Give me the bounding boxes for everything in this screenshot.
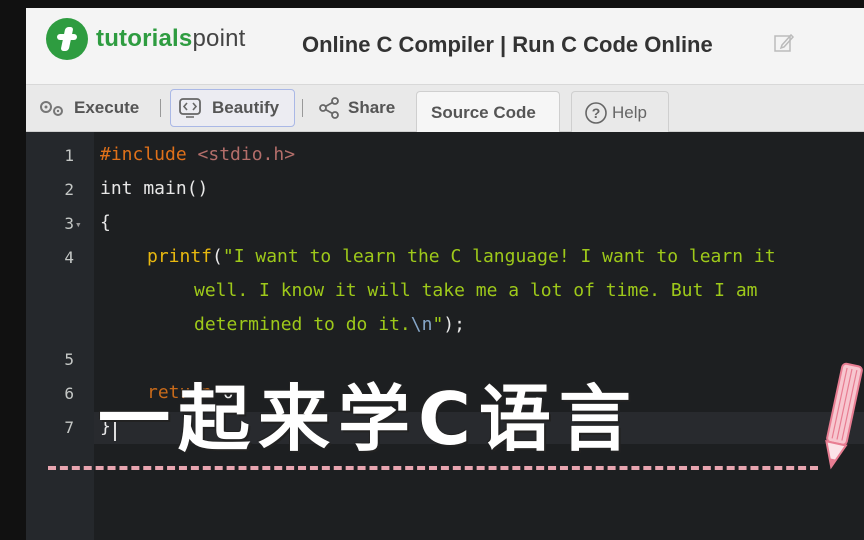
tab-source-code[interactable]: Source Code [416,91,560,132]
video-frame: tutorialspoint Online C Compiler | Run C… [0,0,864,540]
share-button[interactable]: Share [318,95,395,121]
preprocessor-token: #include [100,144,187,165]
logo-icon [46,18,88,60]
execute-label: Execute [74,98,140,117]
page-title: Online C Compiler | Run C Code Online [302,32,713,57]
code-line-4: printf("I want to learn the C language! … [147,246,776,267]
code-line-3: { [100,212,111,233]
header-bar: tutorialspoint Online C Compiler | Run C… [26,8,864,85]
line-number: 1 [64,146,74,165]
edit-icon[interactable] [773,32,795,54]
code-line-4-wrap-1: well. I know it will take me a lot of ti… [194,280,758,301]
line-number: 3 [64,214,74,233]
toolbar-separator [302,99,303,117]
code-line-4-wrap-2: determined to do it.\n"); [194,314,465,335]
line-number: 2 [64,180,74,199]
svg-text:?: ? [592,105,601,121]
execute-button[interactable]: Execute [38,95,139,121]
logo-brand: tutorials [96,25,193,52]
function-token: printf [147,246,213,267]
beautify-icon [179,98,201,118]
include-path-token: <stdio.h> [186,144,296,165]
beautify-label: Beautify [212,98,280,117]
gears-icon [40,101,63,116]
tab-help-label: Help [612,103,647,122]
line-number: 7 [64,418,74,437]
pencil-icon [825,362,863,470]
code-line-1: #include <stdio.h> [100,144,295,165]
line-number-gutter: 1 2 3 ▾ 4 5 6 7 [26,132,94,540]
paren-token: ); [443,314,465,335]
string-token: " [432,314,444,335]
tutorialspoint-logo[interactable]: tutorialspoint [46,18,246,60]
help-icon: ? [585,102,607,124]
share-icon [319,97,339,119]
code-editor[interactable]: 1 2 3 ▾ 4 5 6 7 #include <stdio.h> int m… [26,132,864,540]
beautify-button[interactable]: Beautify [178,95,279,121]
code-line-2: int main() [100,178,209,199]
paren-token: ( [212,246,223,267]
tab-source-code-label: Source Code [431,103,536,122]
line-number: 6 [64,384,74,403]
toolbar: Execute Beautify Share Source Code ? Hel… [26,85,864,132]
line-number: 5 [64,350,74,369]
caption-overlay: 一起来学C语言 [98,377,639,461]
logo-suffix: point [192,25,246,52]
tab-help[interactable]: ? Help [571,91,669,132]
toolbar-separator [160,99,161,117]
logo-text: tutorialspoint [96,25,246,53]
line-number: 4 [64,248,74,267]
share-label: Share [348,98,396,117]
string-token: "I want to learn the C language! I want … [222,246,776,267]
fold-arrow-icon[interactable]: ▾ [75,218,82,231]
dashed-underline [48,466,818,470]
string-token: determined to do it. [194,314,411,335]
escape-token: \n [410,314,433,335]
